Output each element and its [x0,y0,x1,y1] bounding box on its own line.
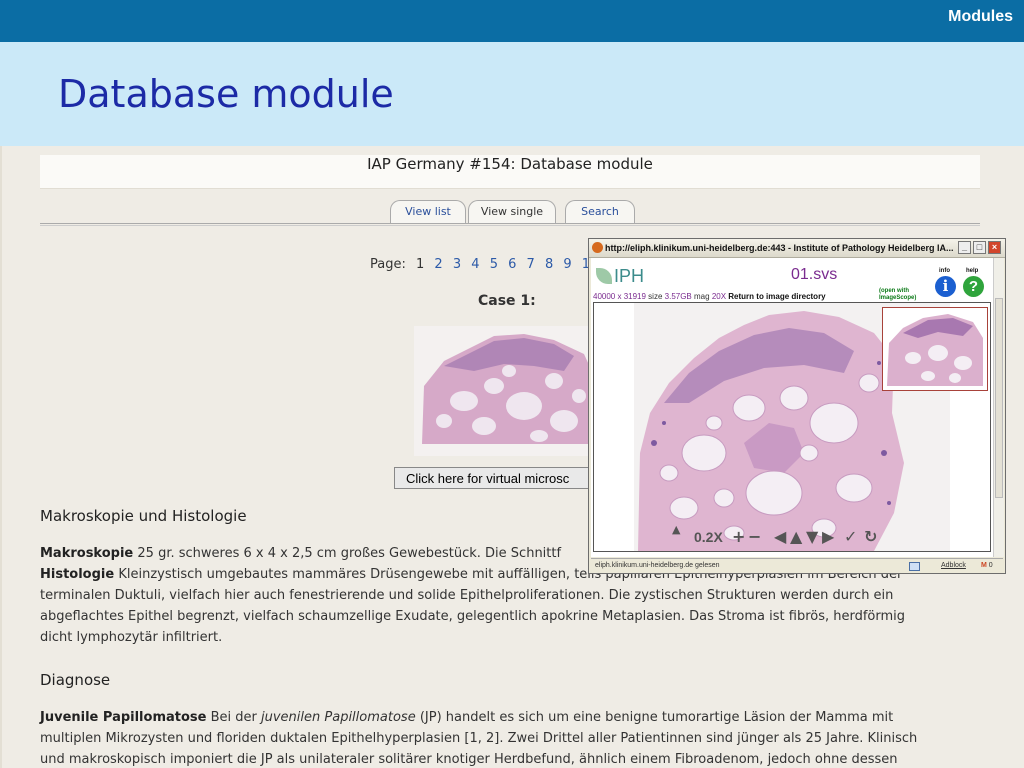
screenshot-area: IAP Germany #154: Database module View l… [0,146,1024,768]
viewer-controls: ▲ 0.2X + − ◀ ▲ ▼ ▶ ✓ ↻ [594,523,990,551]
histo-line: abgeflachtes Epithel begrenzt, vielfach … [40,609,906,624]
top-bar: Modules [0,0,1024,42]
adblock-link[interactable]: Adblock [941,559,966,573]
size-value: 3.57GB [664,292,692,301]
tab-view-single[interactable]: View single [468,200,556,223]
popup-body: IPH 01.svs 40000 x 31919 size 3.57GB mag… [591,258,1004,557]
scrollbar-thumb[interactable] [995,298,1003,498]
diag-italic: juvenilen Papillomatose [261,710,416,725]
tab-divider-shadow [40,225,980,226]
minimize-icon[interactable]: _ [958,241,971,254]
pager-link[interactable]: 5 [490,257,498,272]
tab-view-list[interactable]: View list [390,200,466,223]
open-with-imagescope[interactable]: (open with ImageScope) [879,288,916,302]
reset-icon[interactable]: ↻ [864,527,877,546]
info-icon[interactable]: i [935,276,956,297]
help-icon[interactable]: ? [963,276,984,297]
pan-down-icon[interactable]: ▼ [806,527,818,546]
pan-left-icon[interactable]: ◀ [774,527,786,546]
pan-up-icon[interactable]: ▲ [790,527,802,546]
firefox-icon [592,242,603,253]
popup-status-bar: eliph.klinikum.uni-heidelberg.de gelesen… [591,558,1003,573]
pager-link[interactable]: 9 [563,257,571,272]
open-with-text: ImageScope) [879,295,917,301]
pan-right-icon[interactable]: ▶ [822,527,834,546]
slide-dimensions: 40000 x 31919 [593,292,646,301]
mag-label: mag [694,292,710,301]
diag-label: Juvenile Papillomatose [40,710,207,725]
makro-heading: Makroskopie und Histologie [40,507,247,525]
histo-label: Histologie [40,567,115,582]
pager: Page: 1 2 3 4 5 6 7 8 9 1 [370,257,596,272]
case-thumbnail[interactable] [414,326,594,456]
screen-icon[interactable] [909,562,920,571]
pager-current: 1 [416,257,425,272]
tab-search[interactable]: Search [565,200,635,223]
mag-value: 20X [711,292,727,301]
pager-link[interactable]: 7 [527,257,535,272]
page-heading: IAP Germany #154: Database module [40,155,980,189]
slide-title: Database module [58,72,394,116]
diag-text: (JP) handelt es sich um eine benigne tum… [419,710,894,725]
size-label: size [648,292,663,301]
diag-line: und makroskopisch imponiert die JP als u… [40,752,898,767]
case-title: Case 1: [478,293,536,309]
zoom-level: 0.2X [694,529,723,545]
maximize-icon[interactable]: □ [973,241,986,254]
diagnose-heading: Diagnose [40,671,111,689]
histo-line: dicht lymphozytär infiltriert. [40,630,223,645]
diagnose-paragraph: Juvenile Papillomatose Bei der juvenilen… [40,707,990,768]
iph-logo: IPH [594,262,644,290]
diag-text: Bei der [210,710,257,725]
pager-link[interactable]: 8 [545,257,553,272]
zoom-out-icon[interactable]: − [748,527,761,546]
diag-line: multiplen Mikrozysten und floriden dukta… [40,731,918,746]
viewer-popup-window: http://eliph.klinikum.uni-heidelberg.de:… [588,238,1006,574]
return-link[interactable]: Return to image directory [728,292,825,301]
tab-divider [40,223,980,224]
slide-filename: 01.svs [791,266,838,283]
pager-link[interactable]: 6 [508,257,516,272]
info-label: info [939,268,950,274]
section-label: Modules [948,8,1013,25]
pager-link[interactable]: 4 [471,257,479,272]
slide-viewer[interactable]: ▲ 0.2X + − ◀ ▲ ▼ ▶ ✓ ↻ [593,302,991,552]
gmail-count: 0 [988,562,993,569]
gmail-indicator[interactable]: M 0 [981,559,993,573]
checkmark-icon[interactable]: ✓ [844,527,857,546]
slide-metadata: 40000 x 31919 size 3.57GB mag 20X Return… [593,292,826,301]
title-bar: Database module [0,42,1024,146]
triangle-up-icon[interactable]: ▲ [672,523,680,536]
pager-label: Page: [370,257,406,272]
close-icon[interactable]: × [988,241,1001,254]
iph-logo-text: IPH [614,266,645,286]
popup-scrollbar[interactable] [993,258,1004,557]
overview-thumbnail[interactable] [882,307,988,391]
left-border [0,146,2,768]
makro-text: 25 gr. schweres 6 x 4 x 2,5 cm großes Ge… [137,546,562,561]
leaf-icon [596,268,612,284]
help-label: help [966,268,979,274]
histo-line: terminalen Duktuli, vielfach hier auch f… [40,588,894,603]
pager-link[interactable]: 3 [453,257,461,272]
virtual-microscope-button[interactable]: Click here for virtual microsc [394,467,604,489]
pager-link[interactable]: 2 [434,257,442,272]
status-text: eliph.klinikum.uni-heidelberg.de gelesen [595,562,720,569]
popup-title-bar[interactable]: http://eliph.klinikum.uni-heidelberg.de:… [589,239,1005,258]
zoom-in-icon[interactable]: + [732,527,745,546]
open-with-text: (open with [879,288,909,294]
popup-title: http://eliph.klinikum.uni-heidelberg.de:… [605,243,954,253]
makro-label: Makroskopie [40,546,134,561]
